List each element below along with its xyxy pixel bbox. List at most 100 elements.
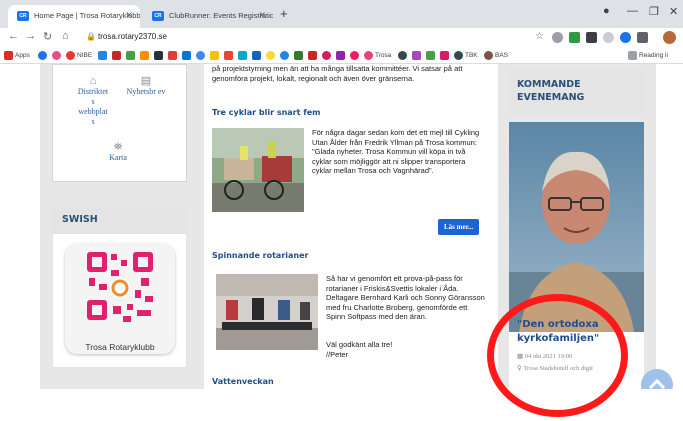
profile-avatar[interactable] [663,31,676,44]
bookmark-item[interactable] [238,51,249,60]
bookmark-item[interactable] [440,51,451,60]
bookmark-item[interactable] [336,51,347,60]
tab-events-registration[interactable]: CR ClubRunner: Events Registration ✕ [143,5,273,28]
bookmark-item[interactable] [210,51,221,60]
bookmark-icon [210,51,219,60]
bookmark-trosa[interactable]: Trosa [364,51,391,60]
trosa-icon [364,51,373,60]
home-icon[interactable]: ⌂ [62,30,69,42]
nibe-icon [66,51,75,60]
bookmark-item[interactable] [308,51,319,60]
bookmark-item[interactable] [140,51,151,60]
bookmark-tbk[interactable]: TBK [454,51,478,60]
bookmark-icon [308,51,317,60]
extension-icon[interactable] [620,32,631,43]
new-tab-icon[interactable]: + [280,6,288,21]
article-title-vattenveckan[interactable]: Vattenveckan [212,377,274,386]
bookmark-item[interactable] [322,51,333,60]
record-icon[interactable]: ● [603,5,610,17]
bookmark-item[interactable] [426,51,437,60]
reload-icon[interactable]: ↻ [43,30,52,43]
link-nyhetsbrev[interactable]: ▤ Nyhetsbr ev [126,76,166,97]
extension-icon[interactable] [552,32,563,43]
bookmark-bas[interactable]: BAS [484,51,508,60]
bookmark-nibe[interactable]: NIBE [66,51,92,60]
quick-links-box [52,64,187,182]
bookmarks-bar: Apps NIBE Trosa TBK BAS Reading li [0,48,683,64]
close-window-icon[interactable]: ✕ [669,5,678,18]
chevron-up-icon [648,378,666,389]
read-more-button[interactable]: Läs mer... [438,219,480,235]
bookmark-icon [252,51,261,60]
bookmark-icon [426,51,435,60]
bookmark-item[interactable] [112,51,123,60]
extension-icon[interactable] [586,32,597,43]
cyklar-photo[interactable] [212,128,304,212]
map-icon: ⛯ [113,141,123,153]
bookmark-item[interactable] [182,51,193,60]
gmail-icon [168,51,177,60]
bookmark-item[interactable] [294,51,305,60]
bookmark-icon [280,51,289,60]
upcoming-events-heading: KOMMANDE EVENEMANG [509,70,644,114]
url-field[interactable]: 🔒 trosa.rotary2370.se [84,30,524,45]
spinning-photo[interactable] [216,274,318,350]
building-icon: ⌂ [89,75,97,87]
bookmark-item[interactable] [412,51,423,60]
bookmark-item[interactable] [224,51,235,60]
bookmark-item[interactable] [126,51,137,60]
bookmark-icon [140,51,149,60]
bookmark-icon [350,51,359,60]
bas-icon [484,51,493,60]
spinning-photo-image [216,274,318,350]
bookmark-apps[interactable]: Apps [4,51,30,60]
forward-icon[interactable]: → [25,30,36,42]
intro-text: på projektstyrning men än att ha många t… [212,64,463,83]
article-title-cyklar[interactable]: Tre cyklar blir snart fem [212,108,320,117]
bookmark-item[interactable] [168,51,179,60]
bookmark-item[interactable] [196,51,207,60]
bookmark-icon [440,51,449,60]
puzzle-icon[interactable] [637,32,648,43]
tab-title: Home Page | Trosa Rotaryklubb [34,11,140,20]
extension-icon[interactable] [569,32,580,43]
reading-list-icon [628,51,637,60]
bookmark-item[interactable] [398,51,409,60]
bookmark-item[interactable] [98,51,109,60]
url-text: trosa.rotary2370.se [98,32,167,41]
minimize-icon[interactable]: — [627,5,638,17]
swish-caption: Trosa Rotaryklubb [85,342,155,352]
bookmark-item[interactable] [350,51,361,60]
bookmark-item[interactable] [38,51,49,60]
link-distriktet[interactable]: ⌂ Distriktet s webbplat s [76,76,110,127]
bookmark-item[interactable] [154,51,165,60]
bookmark-icon [196,51,205,60]
tbk-icon [454,51,463,60]
bookmark-icon [98,51,107,60]
extension-icon[interactable] [603,32,614,43]
swish-qr-code[interactable]: Trosa Rotaryklubb [65,244,175,354]
bookmark-reading-list[interactable]: Reading li [628,51,668,60]
scroll-to-top-button[interactable] [641,369,673,389]
bookmark-icon [126,51,135,60]
article-body-spinning: Så har vi genomfört ett prova-på-pass fö… [326,274,485,321]
bookmark-item[interactable] [266,51,277,60]
article-title-spinning[interactable]: Spinnande rotarianer [212,251,308,260]
bookmark-icon [322,51,331,60]
bookmark-item[interactable] [280,51,291,60]
article-body-cyklar: För några dagar sedan kom det ett mejl t… [312,128,480,175]
tab-trosa-home[interactable]: CR Home Page | Trosa Rotaryklubb ✕ [8,5,140,28]
close-tab-icon[interactable]: ✕ [125,10,133,21]
close-tab-icon[interactable]: ✕ [258,10,266,21]
bookmark-icon [182,51,191,60]
article-sign-2: //Peter [326,350,349,359]
star-icon[interactable]: ☆ [535,32,546,43]
maximize-icon[interactable]: ❐ [649,5,659,18]
clubrunner-favicon-icon: CR [17,11,29,21]
bookmark-item[interactable] [252,51,263,60]
bookmark-icon [266,51,275,60]
bookmark-item[interactable] [52,51,63,60]
back-icon[interactable]: ← [8,30,19,42]
link-karta[interactable]: ⛯ Karta [100,142,136,163]
apps-grid-icon [4,51,13,60]
